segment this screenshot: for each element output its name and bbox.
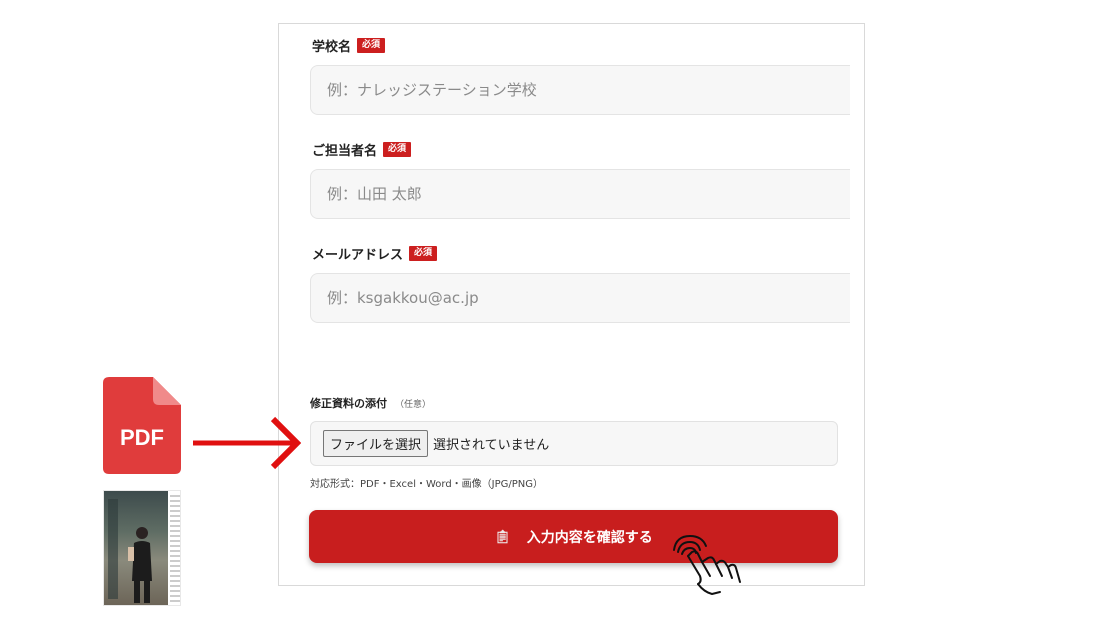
required-badge: 必須 xyxy=(357,37,386,54)
contact-name-label-row: ご担当者名 必須 xyxy=(312,140,412,159)
email-label-row: メールアドレス 必須 xyxy=(312,244,438,263)
attachment-label-row: 修正資料の添付 （任意） xyxy=(310,395,431,411)
email-label: メールアドレス xyxy=(312,248,404,263)
file-upload-field: ファイルを選択 選択されていません xyxy=(310,421,838,466)
right-arrow-icon xyxy=(193,416,301,470)
choose-file-button[interactable]: ファイルを選択 xyxy=(323,430,429,457)
required-badge: 必須 xyxy=(383,141,412,158)
clipboard-icon: 📋︎ xyxy=(494,528,511,544)
brochure-title-text xyxy=(170,495,180,603)
brochure-photo xyxy=(104,491,168,605)
contact-form-card: 学校名 必須 ご担当者名 必須 メールアドレス 必須 修正資料の添付 （任意） … xyxy=(278,23,865,586)
page-stage: 学校名 必須 ご担当者名 必須 メールアドレス 必須 修正資料の添付 （任意） … xyxy=(0,0,1120,630)
brochure-thumbnail xyxy=(103,490,181,606)
attachment-label: 修正資料の添付 xyxy=(310,397,387,410)
file-status-text: 選択されていません xyxy=(433,438,550,453)
contact-name-label: ご担当者名 xyxy=(312,144,378,159)
school-name-label: 学校名 xyxy=(312,40,352,55)
supported-formats-note: 対応形式：PDF・Excel・Word・画像（JPG/PNG） xyxy=(310,479,544,490)
school-name-input[interactable] xyxy=(310,65,850,115)
confirm-submit-button[interactable]: 📋︎ 入力内容を確認する xyxy=(309,510,838,563)
contact-name-input[interactable] xyxy=(310,169,850,219)
pdf-icon-label: PDF xyxy=(120,425,164,450)
school-name-label-row: 学校名 必須 xyxy=(312,36,386,55)
optional-note: （任意） xyxy=(395,399,432,410)
confirm-submit-label: 入力内容を確認する xyxy=(526,528,653,545)
tap-hand-icon xyxy=(673,535,741,595)
email-input[interactable] xyxy=(310,273,850,323)
required-badge: 必須 xyxy=(409,245,438,262)
pdf-file-icon: PDF xyxy=(103,377,181,474)
